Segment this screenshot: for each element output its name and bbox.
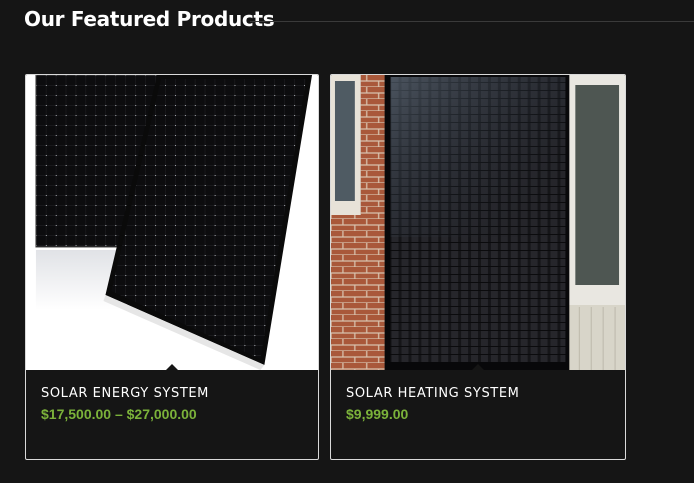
image-notch bbox=[166, 364, 178, 370]
title-divider bbox=[250, 21, 694, 22]
product-image-solar-heater[interactable] bbox=[331, 75, 625, 370]
product-image-solar-panels[interactable] bbox=[26, 75, 318, 370]
product-price: $17,500.00 – $27,000.00 bbox=[41, 406, 197, 422]
section-header: Our Featured Products bbox=[0, 0, 694, 42]
image-notch bbox=[472, 364, 484, 370]
product-card-solar-heating-system[interactable]: SOLAR HEATING SYSTEM $9,999.00 bbox=[330, 74, 626, 460]
product-price: $9,999.00 bbox=[346, 406, 409, 422]
product-name[interactable]: SOLAR ENERGY SYSTEM bbox=[41, 386, 209, 401]
product-name[interactable]: SOLAR HEATING SYSTEM bbox=[346, 386, 519, 401]
section-title: Our Featured Products bbox=[24, 7, 275, 31]
product-card-solar-energy-system[interactable]: SOLAR ENERGY SYSTEM $17,500.00 – $27,000… bbox=[25, 74, 319, 460]
